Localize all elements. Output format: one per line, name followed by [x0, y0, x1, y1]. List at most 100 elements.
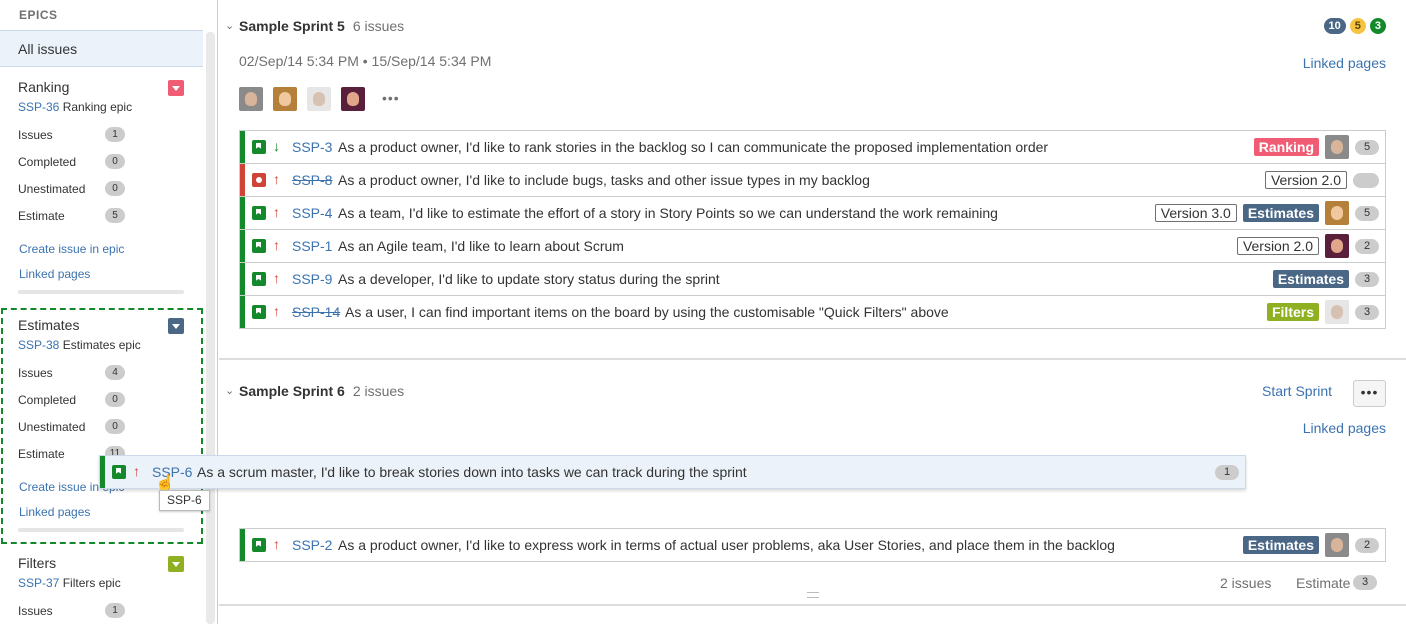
- issue-key[interactable]: SSP-1: [292, 238, 332, 254]
- issue-row[interactable]: ↑ SSP-4 As a team, I'd like to estimate …: [240, 197, 1385, 230]
- assignee-avatar[interactable]: [1325, 201, 1349, 225]
- linked-pages-link[interactable]: Linked pages: [19, 267, 90, 281]
- grabber[interactable]: [240, 529, 245, 561]
- epic-label[interactable]: Estimates: [1242, 536, 1319, 554]
- epic-key-link[interactable]: SSP-38: [18, 338, 59, 352]
- epic-key-label: Filters epic: [62, 576, 121, 590]
- priority-high-icon: ↑: [273, 270, 280, 286]
- issue-row[interactable]: ↑ SSP-9 As a developer, I'd like to upda…: [240, 263, 1385, 296]
- sprint-actions-button[interactable]: •••: [1353, 380, 1386, 407]
- assignee-avatar[interactable]: [1325, 135, 1349, 159]
- issue-key[interactable]: SSP-14: [292, 304, 340, 320]
- sprint-divider: [219, 604, 1406, 606]
- issue-row[interactable]: ↑ SSP-2 As a product owner, I'd like to …: [240, 529, 1385, 562]
- linked-pages-link[interactable]: Linked pages: [19, 505, 90, 519]
- sprint-estimate-badge: 3: [1353, 575, 1377, 590]
- issue-summary: As a product owner, I'd like to include …: [338, 172, 870, 188]
- sprint-issue-list: ↓ SSP-3 As a product owner, I'd like to …: [239, 130, 1386, 329]
- grabber[interactable]: [240, 197, 245, 229]
- epics-panel: EPICS All issues Ranking SSP-36 Ranking …: [0, 0, 218, 624]
- avatar[interactable]: [273, 87, 297, 111]
- linked-pages-link[interactable]: Linked pages: [1303, 420, 1386, 436]
- epic-filters[interactable]: Filters SSP-37 Filters epic Issues 1: [0, 555, 203, 624]
- assignee-avatar[interactable]: [1325, 533, 1349, 557]
- issue-row[interactable]: ↑ SSP-8 As a product owner, I'd like to …: [240, 164, 1385, 197]
- story-icon: [252, 140, 266, 154]
- grabber[interactable]: [240, 296, 245, 328]
- avatar[interactable]: [239, 87, 263, 111]
- story-points-badge: 3: [1355, 304, 1379, 320]
- epic-name: Estimates: [18, 317, 80, 333]
- fix-version-label[interactable]: Version 3.0: [1154, 204, 1237, 222]
- epic-menu-chevron-icon[interactable]: [168, 318, 184, 334]
- sprint-name: Sample Sprint 6: [239, 383, 345, 399]
- grabber[interactable]: [240, 230, 245, 262]
- issue-summary: As a user, I can find important items on…: [345, 304, 949, 320]
- issue-key[interactable]: SSP-8: [292, 172, 332, 188]
- issue-row[interactable]: ↑ SSP-14 As a user, I can find important…: [240, 296, 1385, 329]
- epic-label[interactable]: Estimates: [1242, 204, 1319, 222]
- priority-high-icon: ↑: [273, 204, 280, 220]
- sprint-status-badges: 10 5 3: [1323, 18, 1386, 34]
- priority-high-icon: ↑: [133, 463, 140, 479]
- grabber[interactable]: [100, 456, 105, 488]
- issue-key[interactable]: SSP-4: [292, 205, 332, 221]
- issue-row[interactable]: ↓ SSP-3 As a product owner, I'd like to …: [240, 131, 1385, 164]
- epic-label[interactable]: Estimates: [1272, 270, 1349, 288]
- dragged-issue[interactable]: ↑ SSP-6 As a scrum master, I'd like to b…: [99, 455, 1246, 489]
- assignee-avatar[interactable]: [1325, 300, 1349, 324]
- issues-count: 1: [105, 603, 125, 618]
- story-points-badge: 3: [1355, 271, 1379, 287]
- create-issue-in-epic-link[interactable]: Create issue in epic: [19, 242, 124, 256]
- grabber[interactable]: [240, 263, 245, 295]
- priority-high-icon: ↑: [273, 171, 280, 187]
- avatar[interactable]: [341, 87, 365, 111]
- issue-key[interactable]: SSP-9: [292, 271, 332, 287]
- unestimated-label: Unestimated: [18, 420, 86, 434]
- issue-key-tooltip: SSP-6: [159, 490, 210, 511]
- issue-summary: As an Agile team, I'd like to learn abou…: [338, 238, 624, 254]
- avatar[interactable]: [307, 87, 331, 111]
- completed-count: 0: [105, 154, 125, 169]
- estimate-label: Estimate: [18, 209, 65, 223]
- priority-high-icon: ↑: [273, 536, 280, 552]
- epic-label[interactable]: Filters: [1266, 303, 1319, 321]
- sidebar-scrollbar[interactable]: [206, 32, 215, 624]
- issue-row[interactable]: ↑ SSP-1 As an Agile team, I'd like to le…: [240, 230, 1385, 263]
- priority-low-icon: ↓: [273, 138, 280, 154]
- grabber[interactable]: [240, 164, 245, 196]
- issue-key[interactable]: SSP-3: [292, 139, 332, 155]
- epic-menu-chevron-icon[interactable]: [168, 80, 184, 96]
- epic-key-label: Ranking epic: [62, 100, 133, 114]
- epics-title: EPICS: [19, 8, 58, 22]
- linked-pages-link[interactable]: Linked pages: [1303, 55, 1386, 71]
- collapse-chevron-icon[interactable]: ⌄: [225, 384, 234, 397]
- resize-handle-icon[interactable]: [807, 592, 819, 598]
- more-avatars-icon[interactable]: •••: [382, 90, 400, 106]
- epic-name: Filters: [18, 555, 57, 571]
- assignee-avatar[interactable]: [1325, 234, 1349, 258]
- story-icon: [252, 305, 266, 319]
- epic-label[interactable]: Ranking: [1253, 138, 1319, 156]
- unestimated-label: Unestimated: [18, 182, 86, 196]
- collapse-chevron-icon[interactable]: ⌄: [225, 19, 234, 32]
- issue-summary: As a product owner, I'd like to rank sto…: [338, 139, 1049, 155]
- fix-version-label[interactable]: Version 2.0: [1264, 171, 1347, 189]
- issue-key[interactable]: SSP-2: [292, 537, 332, 553]
- epic-key-link[interactable]: SSP-36: [18, 100, 59, 114]
- fix-version-label[interactable]: Version 2.0: [1236, 237, 1319, 255]
- issue-summary: As a scrum master, I'd like to break sto…: [197, 464, 747, 480]
- epic-name: Ranking: [18, 79, 70, 95]
- grabber[interactable]: [240, 131, 245, 163]
- all-issues-item[interactable]: All issues: [0, 30, 203, 67]
- epic-key-link[interactable]: SSP-37: [18, 576, 59, 590]
- story-icon: [252, 538, 266, 552]
- issues-label: Issues: [18, 604, 53, 618]
- story-icon: [252, 272, 266, 286]
- story-points-badge: 5: [1355, 205, 1379, 221]
- start-sprint-button[interactable]: Start Sprint: [1262, 383, 1332, 399]
- epic-ranking[interactable]: Ranking SSP-36 Ranking epic Issues 1 Comp…: [0, 79, 203, 299]
- issues-count: 1: [105, 127, 125, 142]
- epic-menu-chevron-icon[interactable]: [168, 556, 184, 572]
- estimate-count: 5: [105, 208, 125, 223]
